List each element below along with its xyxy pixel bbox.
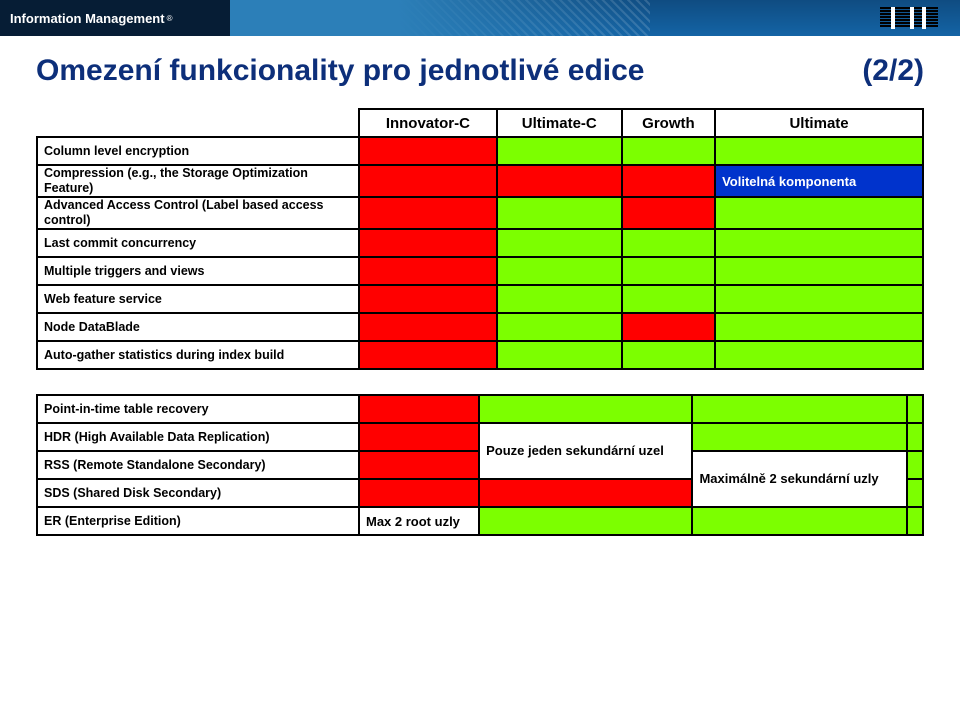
cell [359, 341, 497, 369]
row-label: Node DataBlade [37, 313, 359, 341]
cell [497, 229, 622, 257]
col-innovator-c: Innovator-C [359, 109, 497, 137]
cell [359, 313, 497, 341]
cell [479, 479, 692, 507]
cell [622, 197, 715, 229]
cell-optional: Volitelná komponenta [715, 165, 923, 197]
slide-header: Information Management ® [0, 0, 960, 36]
cell [715, 137, 923, 165]
cell [907, 451, 923, 479]
row-label: Web feature service [37, 285, 359, 313]
cell [715, 229, 923, 257]
cell [479, 395, 692, 423]
cell-note: Max 2 root uzly [359, 507, 479, 535]
cell [907, 395, 923, 423]
table-row: Multiple triggers and views [37, 257, 923, 285]
cell [715, 285, 923, 313]
page-indicator: (2/2) [862, 54, 924, 88]
cell [497, 257, 622, 285]
page-title: Omezení funkcionality pro jednotlivé edi… [0, 36, 960, 94]
row-label: Multiple triggers and views [37, 257, 359, 285]
row-label: SDS (Shared Disk Secondary) [37, 479, 359, 507]
cell [715, 341, 923, 369]
table-row: Web feature service [37, 285, 923, 313]
cell [359, 423, 479, 451]
table-row: Last commit concurrency [37, 229, 923, 257]
col-growth: Growth [622, 109, 715, 137]
cell [497, 285, 622, 313]
row-label: Column level encryption [37, 137, 359, 165]
cell [359, 257, 497, 285]
table-row: Point-in-time table recovery [37, 395, 923, 423]
cell [497, 197, 622, 229]
cell [622, 165, 715, 197]
row-label: Compression (e.g., the Storage Optimizat… [37, 165, 359, 197]
cell [622, 137, 715, 165]
cell [907, 479, 923, 507]
table-row: Column level encryption [37, 137, 923, 165]
table-header-row: Innovator-C Ultimate-C Growth Ultimate [37, 109, 923, 137]
col-ultimate: Ultimate [715, 109, 923, 137]
row-label: ER (Enterprise Edition) [37, 507, 359, 535]
brand-text: Information Management [10, 11, 165, 26]
row-label: Auto-gather statistics during index buil… [37, 341, 359, 369]
cell [359, 229, 497, 257]
table-row: Node DataBlade [37, 313, 923, 341]
cell [359, 197, 497, 229]
col-ultimate-c: Ultimate-C [497, 109, 622, 137]
table-row: Advanced Access Control (Label based acc… [37, 197, 923, 229]
cell [359, 165, 497, 197]
cell [907, 423, 923, 451]
cell [715, 197, 923, 229]
brand-box: Information Management ® [0, 0, 230, 36]
feature-table-1: Innovator-C Ultimate-C Growth Ultimate C… [36, 108, 924, 370]
cell [497, 165, 622, 197]
row-label: Advanced Access Control (Label based acc… [37, 197, 359, 229]
cell [715, 257, 923, 285]
cell [497, 313, 622, 341]
cell [715, 313, 923, 341]
cell [622, 341, 715, 369]
row-label: Last commit concurrency [37, 229, 359, 257]
row-label: HDR (High Available Data Replication) [37, 423, 359, 451]
cell [359, 395, 479, 423]
cell [692, 395, 907, 423]
brand-trademark: ® [167, 14, 173, 23]
cell-note: Maximálně 2 sekundární uzly [692, 451, 907, 507]
row-label: RSS (Remote Standalone Secondary) [37, 451, 359, 479]
cell-note: Pouze jeden sekundární uzel [479, 423, 692, 479]
feature-table-2: Point-in-time table recovery HDR (High A… [36, 394, 924, 536]
row-label: Point-in-time table recovery [37, 395, 359, 423]
ibm-logo-icon [880, 7, 938, 29]
cell [622, 229, 715, 257]
empty-corner [37, 109, 359, 137]
cell [692, 423, 907, 451]
cell [359, 285, 497, 313]
cell [622, 257, 715, 285]
cell [497, 137, 622, 165]
cell [359, 137, 497, 165]
cell [907, 507, 923, 535]
table-row: ER (Enterprise Edition) Max 2 root uzly [37, 507, 923, 535]
table-row: Auto-gather statistics during index buil… [37, 341, 923, 369]
table-row: Compression (e.g., the Storage Optimizat… [37, 165, 923, 197]
cell [479, 507, 692, 535]
cell [497, 341, 622, 369]
cell [692, 507, 907, 535]
header-decor [230, 0, 650, 36]
cell [359, 479, 479, 507]
cell [622, 313, 715, 341]
cell [359, 451, 479, 479]
table-row: HDR (High Available Data Replication) Po… [37, 423, 923, 451]
cell [622, 285, 715, 313]
title-text: Omezení funkcionality pro jednotlivé edi… [36, 54, 644, 87]
